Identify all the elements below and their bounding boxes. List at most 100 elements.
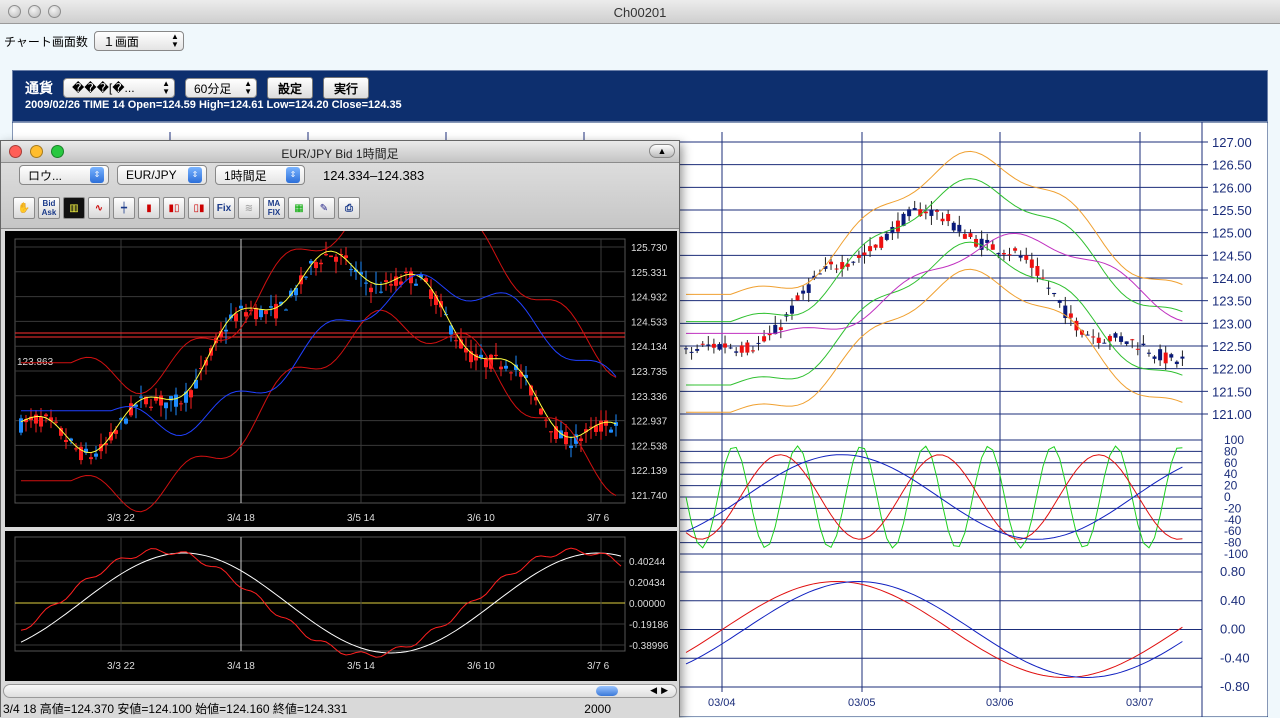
bg-candle-body <box>689 351 694 353</box>
fibo-icon[interactable]: ≋ <box>238 197 260 219</box>
bg-candle-body <box>996 253 1001 255</box>
bg-price-tick-label: 126.50 <box>1212 158 1252 173</box>
horizontal-scrollbar[interactable]: ◀▶ <box>3 684 677 698</box>
osc-tick-label: 0.40244 <box>629 557 666 568</box>
candle-body <box>579 438 583 441</box>
osc-date-tick-label: 3/6 10 <box>467 661 495 672</box>
candle-chart[interactable]: 125.730 125.331 124.932 124.533 124.134 123.7… <box>5 231 677 527</box>
candle-body <box>64 439 68 443</box>
screens-label: チャート画面数 <box>4 34 88 49</box>
currency-select[interactable]: ���[�... ▲ ▼ <box>63 78 175 98</box>
bg-candle-body <box>907 209 912 217</box>
bg-candle-body <box>1141 343 1146 346</box>
updown-arrows-icon: ▲ ▼ <box>162 79 170 96</box>
candle-mixed-icon[interactable]: ▮▯ <box>163 197 185 219</box>
toolbar-toggle-button[interactable]: ▲ <box>649 144 675 158</box>
bg-candle-body <box>723 343 728 348</box>
main-titlebar: Ch00201 <box>0 0 1280 24</box>
bg-candle-body <box>851 261 856 263</box>
bar-chart-icon[interactable]: ┿ <box>113 197 135 219</box>
candle-body <box>234 313 238 322</box>
ma-label: MA <box>267 199 281 208</box>
bg-candle-body <box>778 327 783 331</box>
bg-candle-body <box>745 342 750 353</box>
pen-icon[interactable]: ✎ <box>313 197 335 219</box>
candle-chart-icon[interactable]: ▥ <box>63 197 85 219</box>
bg-price-tick-label: 123.50 <box>1212 294 1252 309</box>
oscillator-chart[interactable]: 0.40244 0.20434 0.00000 -0.19186 -0.38996 3/3… <box>5 531 677 681</box>
candle-body <box>44 414 48 417</box>
print-icon[interactable]: ⎙ <box>338 197 360 219</box>
candle-body <box>349 269 353 271</box>
pair-select[interactable]: EUR/JPY ⇕ <box>117 165 207 185</box>
candle-red-icon[interactable]: ▮ <box>138 197 160 219</box>
bg-price-tick-label: 122.00 <box>1212 362 1252 377</box>
screens-select[interactable]: １画面 ▲ ▼ <box>93 31 184 51</box>
bg-price-tick-label: 121.50 <box>1212 384 1252 399</box>
line-chart-icon[interactable]: ∿ <box>88 197 110 219</box>
osc-date-tick-label: 3/7 6 <box>587 661 610 672</box>
interval-select[interactable]: 1時間足 ⇕ <box>215 165 305 185</box>
bg-candle-body <box>1052 292 1057 295</box>
candle-body <box>384 280 388 282</box>
bg-macd-tick-label: -0.40 <box>1220 650 1250 665</box>
candle-body <box>604 420 608 426</box>
scroll-arrows-icon[interactable]: ◀▶ <box>650 685 672 696</box>
bg-price-tick-label: 126.00 <box>1212 180 1252 195</box>
candle-body <box>454 340 458 342</box>
bg-candle-body <box>1146 352 1151 354</box>
osc-tick-label: -0.19186 <box>629 620 669 631</box>
price-tick-label: 124.932 <box>631 293 668 304</box>
candle-body <box>609 429 613 433</box>
bg-candle-body <box>1085 334 1090 336</box>
run-button[interactable]: 実行 <box>323 77 370 99</box>
hand-icon[interactable]: ✋ <box>13 197 35 219</box>
price-tick-label: 122.139 <box>631 466 668 477</box>
bg-candle-body <box>1074 320 1079 331</box>
bid-label: Bid <box>42 199 56 208</box>
bg-candle-body <box>868 246 873 252</box>
candle-body <box>509 372 513 374</box>
updown-arrows-icon: ⇕ <box>90 167 104 183</box>
price-tick-label: 121.740 <box>631 491 668 502</box>
price-tick-label: 123.735 <box>631 367 668 378</box>
settings-button[interactable]: 設定 <box>267 77 314 99</box>
subwindow-toolbar: ロウ... ⇕ EUR/JPY ⇕ 1時間足 ⇕ 124.334–124.383… <box>1 163 679 229</box>
bg-candle-body <box>1158 349 1163 361</box>
status-count: 2000 <box>584 702 611 716</box>
price-tick-label: 125.730 <box>631 243 668 254</box>
bg-candle-body <box>1001 252 1006 255</box>
bg-date-tick-label: 03/05 <box>848 697 876 709</box>
bg-candle-body <box>990 244 995 250</box>
bid-ask-icon[interactable]: Bid Ask <box>38 197 60 219</box>
rate-type-select[interactable]: ロウ... ⇕ <box>19 165 109 185</box>
updown-arrows-icon: ⇕ <box>188 167 202 183</box>
candle-body <box>319 262 323 265</box>
candle-body <box>94 453 98 457</box>
bg-candle-body <box>1152 356 1157 359</box>
candle-body <box>394 276 398 286</box>
candle-small-icon[interactable]: ▯▮ <box>188 197 210 219</box>
bg-candle-body <box>739 345 744 353</box>
bg-candle-body <box>684 348 688 350</box>
status-text: 3/4 18 高値=124.370 安値=124.100 始値=124.160 … <box>3 702 348 716</box>
candle-body <box>189 390 193 398</box>
ma-fix-icon[interactable]: MA FIX <box>263 197 285 219</box>
bg-price-tick-label: 122.50 <box>1212 339 1252 354</box>
price-tick-label: 124.533 <box>631 317 668 328</box>
fix-icon[interactable]: Fix <box>213 197 235 219</box>
price-tick-label: 125.331 <box>631 268 668 279</box>
bg-candle-body <box>1046 287 1051 289</box>
interval-select-value: 60分足 <box>194 81 232 96</box>
bg-candle-body <box>940 218 945 222</box>
screens-toolbar: チャート画面数 １画面 ▲ ▼ <box>4 30 184 52</box>
ma-icon[interactable]: ▦ <box>288 197 310 219</box>
bg-macd-tick-label: 0.80 <box>1220 564 1245 579</box>
candle-body <box>494 354 498 356</box>
bg-date-tick-label: 03/06 <box>986 697 1014 709</box>
bg-candle-body <box>923 211 928 214</box>
candle-body <box>544 419 548 421</box>
date-tick-label: 3/5 14 <box>347 513 375 524</box>
scrollbar-thumb[interactable] <box>596 686 618 696</box>
interval-select[interactable]: 60分足 ▲ ▼ <box>185 78 257 98</box>
